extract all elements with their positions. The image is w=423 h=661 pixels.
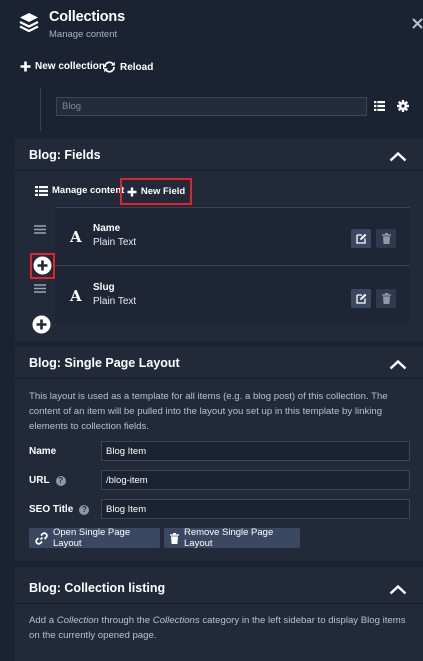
text-a-icon: A [70,228,82,246]
manage-content-button[interactable]: Manage content [35,185,124,196]
edit-field-button[interactable] [351,229,371,248]
gear-icon[interactable] [397,100,409,112]
trash-icon [381,233,391,244]
url-input[interactable]: /blog-item [101,470,410,490]
plus-circle-icon [33,256,52,275]
name-label: Name [29,446,56,457]
edit-icon [355,233,367,244]
seo-title-label-text: SEO Title [29,504,74,515]
name-input[interactable]: Blog Item [101,441,410,461]
chevron-up-icon[interactable] [389,151,407,162]
listing-desc-em: Collections [152,615,200,626]
field-type: Plain Text [93,237,137,248]
listing-desc-em: Collection [56,615,99,626]
delete-field-button[interactable] [376,289,396,308]
field-name: Name [93,223,121,234]
reload-icon [103,61,116,73]
help-icon[interactable]: ? [55,475,66,486]
collection-select[interactable]: Blog [56,97,367,116]
seo-title-input-value: Blog Item [106,504,147,515]
reload-button[interactable]: Reload [103,61,153,73]
plus-icon [127,187,137,197]
new-field-label: New Field [140,186,186,197]
url-label-text: URL [29,475,50,486]
name-label-text: Name [29,446,57,457]
chevron-up-icon[interactable] [389,359,407,370]
new-collection-label: New collection [35,61,106,72]
remove-layout-label: Remove Single Page Layout [184,527,274,549]
panel-title: Collections [49,9,125,25]
close-icon[interactable] [412,18,423,29]
chevron-up-icon[interactable] [389,584,407,595]
link-icon [35,531,48,545]
help-icon[interactable]: ? [79,504,90,515]
new-collection-button[interactable]: New collection [20,61,105,72]
name-input-value: Blog Item [106,446,147,457]
section-divider [15,603,423,604]
trash-icon [170,532,179,544]
field-name: Slug [93,282,115,293]
reload-label: Reload [120,61,154,73]
list-icon[interactable] [374,101,385,111]
open-single-page-layout-button[interactable]: Open Single Page Layout [29,527,160,549]
edit-icon [355,293,367,304]
delete-field-button[interactable] [376,229,396,248]
manage-content-label: Manage content [52,185,125,196]
section-divider [15,170,423,171]
remove-single-page-layout-button[interactable]: Remove Single Page Layout [164,527,300,549]
url-label: URL ? [29,475,66,486]
url-input-value: /blog-item [106,475,148,486]
listing-desc-part: through the [98,615,153,626]
new-field-button[interactable]: New Field [120,178,192,205]
layers-icon [19,12,39,34]
edit-field-button[interactable] [351,289,371,308]
add-field-between-button[interactable] [33,256,52,275]
text-a-icon: A [70,287,82,305]
layout-description: This layout is used as a template for al… [29,391,388,432]
listing-desc-part: Add a [29,615,57,626]
listing-description: Add a Collection through the Collections… [29,613,411,643]
plus-icon [20,61,31,72]
seo-title-input[interactable]: Blog Item [101,499,410,519]
fields-section-title: Blog: Fields [29,148,101,162]
collection-select-value: Blog [62,101,82,112]
open-layout-label: Open Single Page Layout [53,527,131,549]
hamburger-icon[interactable] [34,284,46,293]
hamburger-icon[interactable] [34,225,46,234]
section-divider [15,378,423,379]
plus-circle-icon [32,315,51,334]
add-field-bottom-button[interactable] [32,315,51,334]
seo-title-label: SEO Title ? [29,504,90,515]
panel-subtitle: Manage content [49,29,118,40]
listing-section-title: Blog: Collection listing [29,581,166,595]
list-icon [35,185,48,196]
layout-section-title: Blog: Single Page Layout [29,356,180,370]
field-type: Plain Text [93,296,137,307]
trash-icon [381,293,391,304]
